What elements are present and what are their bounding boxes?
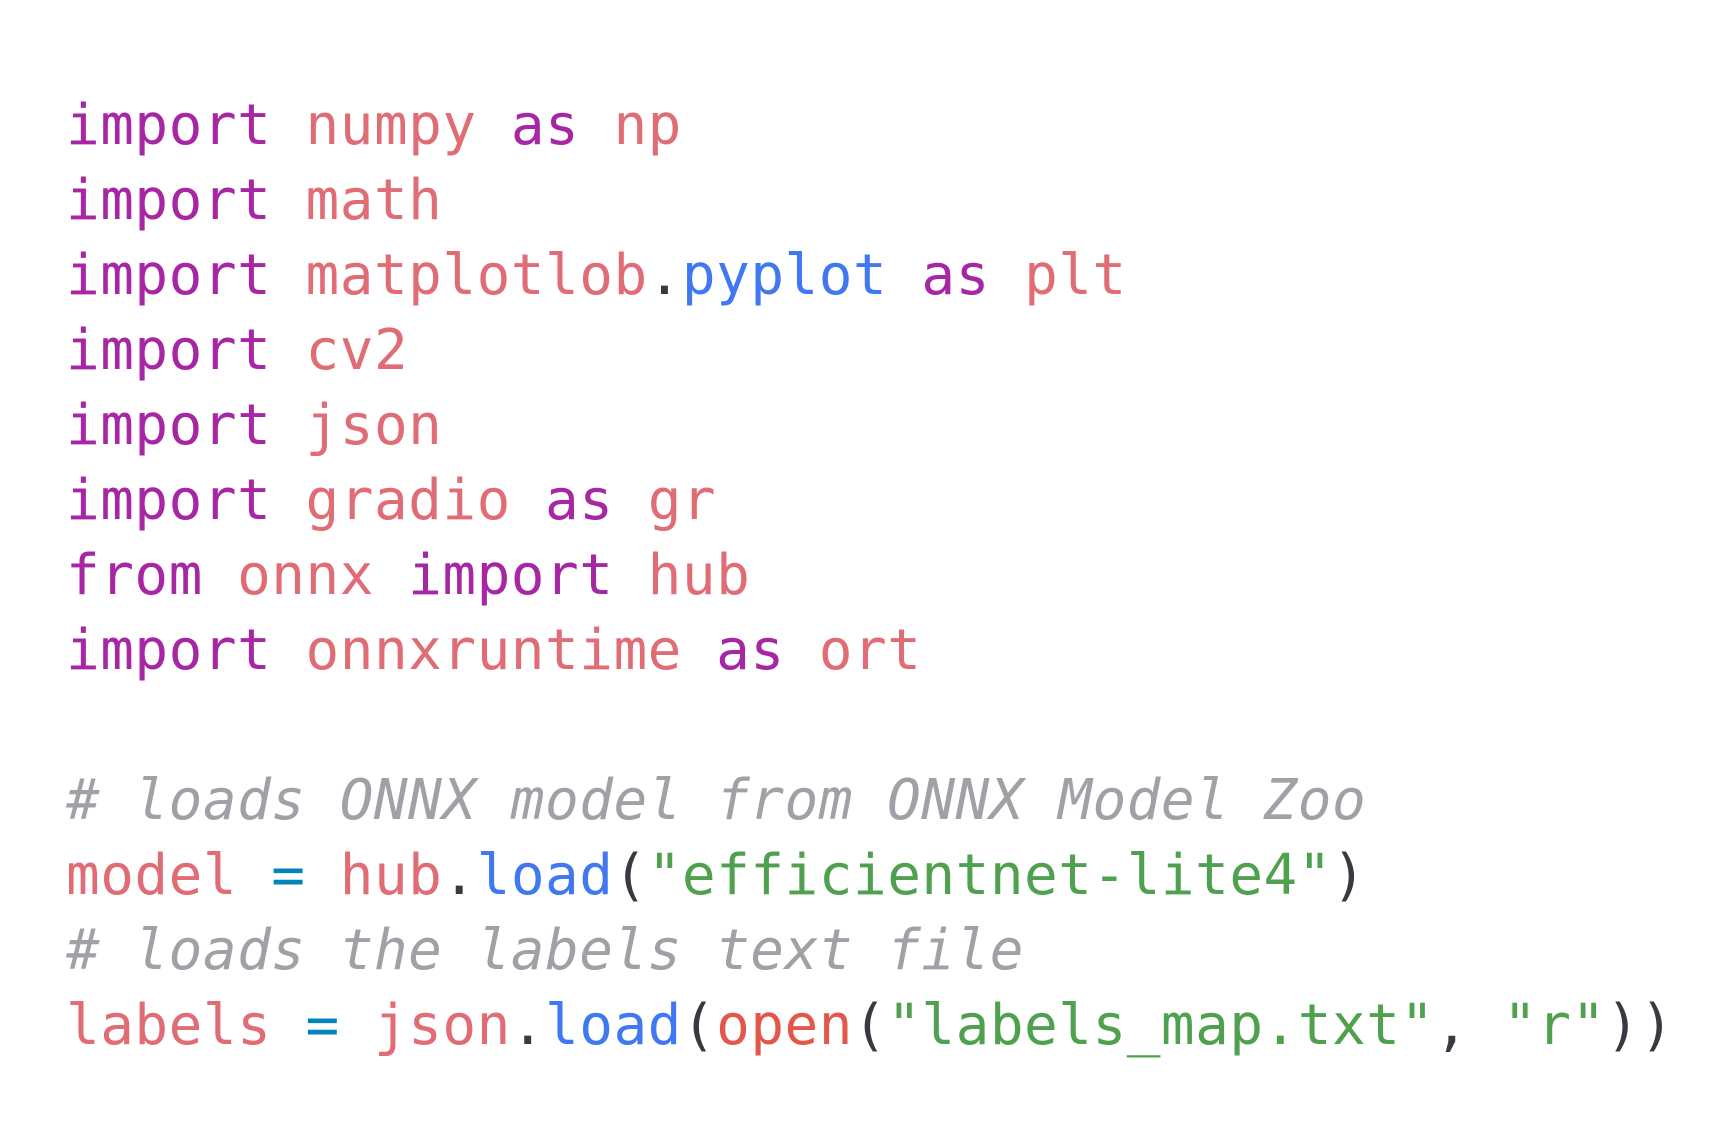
code-token: as xyxy=(545,468,614,533)
code-token: = xyxy=(305,993,340,1058)
code-token: ) xyxy=(1331,843,1367,908)
code-token: np xyxy=(613,93,682,158)
code-token: . xyxy=(510,993,546,1058)
code-token: from xyxy=(66,543,203,608)
code-token: import xyxy=(66,168,272,233)
code-block: import numpy as np import math import matp… xyxy=(66,88,1674,1063)
code-token: onnxruntime xyxy=(305,618,682,683)
code-token: "r" xyxy=(1503,993,1606,1058)
code-token: ( xyxy=(681,993,717,1058)
code-token: gr xyxy=(647,468,717,533)
code-token: # loads ONNX model from ONNX Model Zoo xyxy=(66,768,1367,833)
code-token: hub xyxy=(647,543,751,608)
code-line: import numpy as np xyxy=(66,88,1674,163)
code-token: , xyxy=(1434,993,1504,1058)
code-token: plt xyxy=(1024,243,1127,308)
code-token: labels xyxy=(66,993,272,1058)
code-line: from onnx import hub xyxy=(66,538,1674,613)
code-token: import xyxy=(66,393,272,458)
code-token: as xyxy=(510,93,580,158)
code-line: # loads ONNX model from ONNX Model Zoo xyxy=(66,763,1674,838)
code-token: . xyxy=(442,843,477,908)
code-token: import xyxy=(66,243,272,308)
code-token: import xyxy=(66,93,272,158)
code-line: import matplotlob.pyplot as plt xyxy=(66,238,1674,313)
code-line: # loads the labels text file xyxy=(66,913,1674,988)
code-token: numpy xyxy=(305,93,477,158)
code-line: import json xyxy=(66,388,1674,463)
code-token: as xyxy=(921,243,990,308)
code-line: import cv2 xyxy=(66,313,1674,388)
code-token: pyplot xyxy=(681,243,888,308)
code-token: import xyxy=(66,618,272,683)
code-line: import math xyxy=(66,163,1674,238)
code-token: load xyxy=(476,843,614,908)
code-token: matplotlob xyxy=(305,243,648,308)
code-token: ort xyxy=(818,618,922,683)
code-token: "efficientnet-lite4" xyxy=(647,843,1332,908)
code-token: "labels_map.txt" xyxy=(887,993,1435,1058)
code-token: = xyxy=(271,843,306,908)
code-token: import xyxy=(66,468,272,533)
code-token: json xyxy=(373,993,511,1058)
code-token: ( xyxy=(852,993,888,1058)
code-token: open xyxy=(716,993,853,1058)
code-token: import xyxy=(66,318,272,383)
code-token: gradio xyxy=(305,468,511,533)
code-token: )) xyxy=(1605,993,1675,1058)
code-token: load xyxy=(545,993,682,1058)
code-line: model = hub.load("efficientnet-lite4") xyxy=(66,838,1674,913)
code-line: import onnxruntime as ort xyxy=(66,613,1674,688)
code-token: hub xyxy=(339,843,443,908)
code-token: . xyxy=(647,243,682,308)
code-token: as xyxy=(716,618,785,683)
code-token: model xyxy=(66,843,238,908)
code-token: ( xyxy=(613,843,648,908)
code-token: import xyxy=(408,543,614,608)
code-line: labels = json.load(open("labels_map.txt"… xyxy=(66,988,1674,1063)
code-line: import gradio as gr xyxy=(66,463,1674,538)
code-token: # loads the labels text file xyxy=(66,918,1025,983)
code-token: onnx xyxy=(237,543,374,608)
code-token: math xyxy=(305,168,443,233)
code-token: cv2 xyxy=(305,318,409,383)
code-token: json xyxy=(305,393,443,458)
